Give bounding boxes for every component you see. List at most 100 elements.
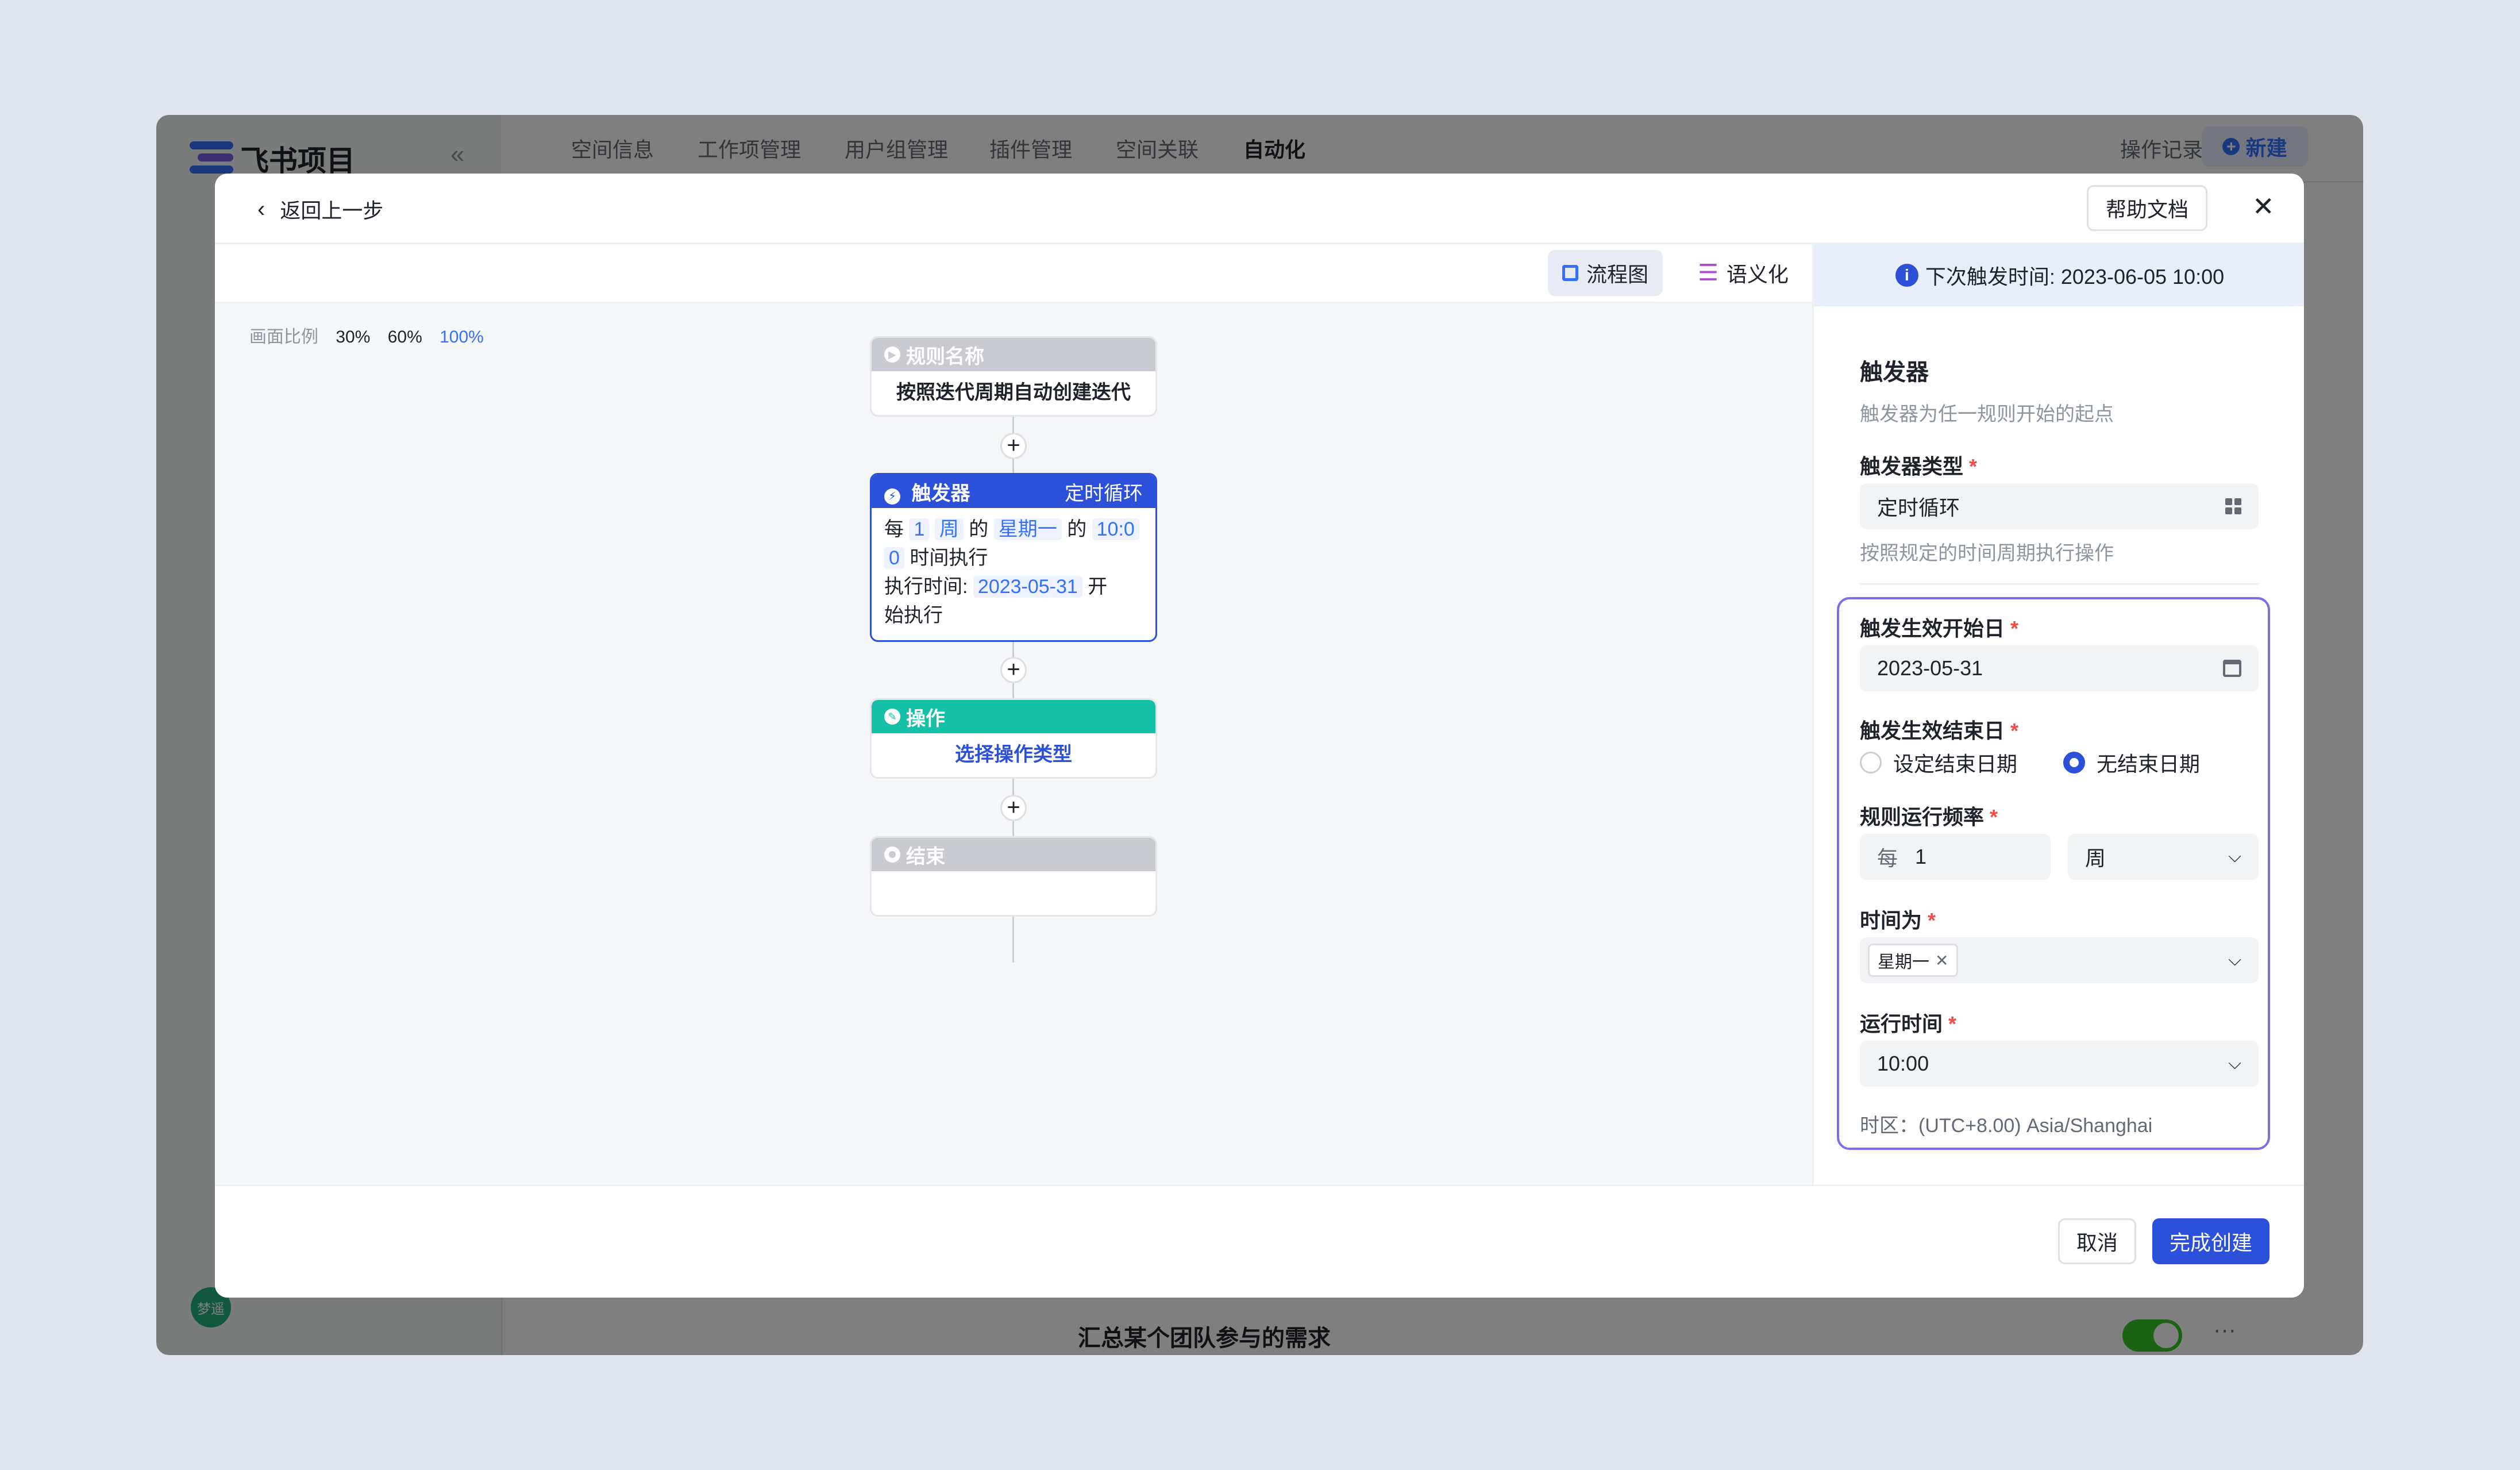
run-time-label-text: 运行时间	[1860, 1012, 1943, 1036]
run-time-value: 10:00	[1877, 1052, 1929, 1075]
trigger-text: 的	[1067, 518, 1087, 540]
radio-option-no-end[interactable]: 无结束日期	[2097, 748, 2200, 778]
trigger-type-label-text: 触发器类型	[1860, 455, 1964, 478]
trigger-weekday-chip: 星期一	[993, 518, 1062, 540]
trigger-node[interactable]: ⚡ 触发器 定时循环 每 1 周 的 星期一 的 10:0 0 时间执行 执行时…	[870, 473, 1157, 642]
action-node[interactable]: ✎ 操作 选择操作类型	[870, 698, 1157, 779]
timezone-text: 时区：(UTC+8.00) Asia/Shanghai	[1860, 1115, 2153, 1137]
radio-unchecked-icon[interactable]	[1860, 752, 1882, 774]
modal-header: ‹ 返回上一步 帮助文档 ✕	[215, 174, 2304, 244]
action-node-head: ✎ 操作	[872, 700, 1155, 733]
trigger-node-body: 每 1 周 的 星期一 的 10:0 0 时间执行 执行时间: 2023-05-…	[872, 508, 1155, 637]
tab-flowchart[interactable]: 流程图	[1548, 250, 1663, 296]
frequency-unit-value: 周	[2085, 846, 2106, 870]
chevron-down-icon: ⌵	[2228, 951, 2241, 969]
scale-60[interactable]: 60%	[388, 328, 422, 347]
add-step-plus-icon[interactable]: +	[1000, 657, 1027, 683]
trigger-text: 的	[969, 518, 989, 540]
trigger-text: 时间执行	[910, 547, 988, 569]
close-icon[interactable]: ✕	[2252, 191, 2275, 222]
trigger-text: 开	[1088, 576, 1108, 598]
trigger-date-chip: 2023-05-31	[973, 576, 1082, 598]
rule-name-title: 规则名称	[906, 345, 984, 368]
radio-option-set-end[interactable]: 设定结束日期	[1893, 748, 2017, 778]
trigger-node-title: 触发器	[911, 482, 970, 505]
scale-30[interactable]: 30%	[336, 328, 370, 347]
rule-name-node-head: ▶ 规则名称	[872, 338, 1155, 371]
frequency-count-input[interactable]: 每 1	[1860, 834, 2051, 880]
trigger-text: 每	[884, 518, 904, 540]
scale-label: 画面比例	[249, 328, 318, 347]
required-mark: *	[1948, 1012, 1957, 1036]
select-action-type-link[interactable]: 选择操作类型	[872, 733, 1155, 776]
wrench-icon: ✎	[884, 709, 900, 725]
time-for-select[interactable]: 星期一 ✕ ⌵	[1860, 937, 2259, 983]
help-doc-button[interactable]: 帮助文档	[2087, 185, 2207, 231]
tab-semantic[interactable]: ☰ 语义化	[1686, 250, 1801, 296]
trigger-time-chip-cont: 0	[884, 547, 904, 569]
info-icon: i	[1895, 264, 1918, 287]
trigger-text: 始执行	[884, 605, 943, 626]
automation-modal: ‹ 返回上一步 帮助文档 ✕ 流程图 ☰ 语义化 画面比例 30% 60% 10…	[215, 174, 2304, 1298]
add-step-plus-icon[interactable]: +	[1000, 795, 1027, 821]
trigger-node-head: ⚡ 触发器 定时循环	[872, 475, 1155, 508]
end-date-label: 触发生效结束日 *	[1860, 714, 2018, 744]
trigger-node-title-wrap: ⚡ 触发器	[884, 478, 970, 506]
chevron-down-icon: ⌵	[2228, 1054, 2241, 1073]
end-node-head: 结束	[872, 838, 1155, 871]
start-date-field[interactable]: 2023-05-31	[1860, 645, 2259, 691]
scale-100[interactable]: 100%	[440, 328, 484, 347]
trigger-type-field[interactable]: 定时循环	[1860, 483, 2259, 529]
tab-semantic-label: 语义化	[1726, 263, 1789, 286]
back-button[interactable]: ‹ 返回上一步	[257, 194, 383, 224]
scale-control: 画面比例 30% 60% 100%	[249, 322, 484, 348]
start-date-value: 2023-05-31	[1877, 656, 1983, 680]
list-icon: ☰	[1698, 260, 1718, 286]
required-mark: *	[1928, 909, 1936, 932]
weekday-tag: 星期一 ✕	[1868, 944, 1959, 977]
lightning-icon: ⚡	[884, 488, 900, 505]
required-mark: *	[1990, 805, 1998, 829]
next-trigger-banner: i 下次触发时间: 2023-06-05 10:00	[1814, 244, 2304, 306]
run-time-select[interactable]: 10:00 ⌵	[1860, 1041, 2259, 1087]
end-date-label-text: 触发生效结束日	[1860, 719, 2005, 742]
trigger-count-chip: 1	[909, 518, 930, 540]
required-mark: *	[2010, 719, 2019, 742]
tag-close-icon[interactable]: ✕	[1935, 951, 1948, 970]
required-mark: *	[1969, 455, 1978, 478]
run-time-label: 运行时间 *	[1860, 1007, 1956, 1037]
rule-name-value: 按照迭代周期自动创建迭代	[896, 382, 1131, 403]
add-step-plus-icon[interactable]: +	[1000, 433, 1027, 459]
calendar-icon	[2223, 660, 2241, 677]
flowchart-icon	[1562, 265, 1578, 281]
time-for-label-text: 时间为	[1860, 909, 1922, 932]
action-node-title: 操作	[906, 707, 945, 730]
trigger-type-value: 定时循环	[1877, 496, 1960, 519]
frequency-label-text: 规则运行频率	[1860, 805, 1985, 829]
end-node-title: 结束	[906, 845, 945, 868]
cancel-button[interactable]: 取消	[2058, 1218, 2136, 1264]
frequency-label: 规则运行频率 *	[1860, 801, 1998, 830]
stop-icon	[884, 846, 900, 863]
trigger-config-panel: i 下次触发时间: 2023-06-05 10:00 触发器 触发器为任一规则开…	[1812, 244, 2304, 1184]
trigger-type-desc: 按照规定的时间周期执行操作	[1860, 542, 2114, 564]
grid-icon	[2225, 498, 2241, 514]
radio-checked-icon[interactable]	[2063, 752, 2086, 774]
complete-create-button[interactable]: 完成创建	[2152, 1218, 2269, 1264]
start-date-label-text: 触发生效开始日	[1860, 617, 2005, 640]
chevron-down-icon: ⌵	[2228, 847, 2241, 866]
rule-name-node[interactable]: ▶ 规则名称 按照迭代周期自动创建迭代	[870, 336, 1157, 417]
section-divider	[1860, 583, 2259, 585]
end-node: 结束	[870, 836, 1157, 917]
frequency-count-value: 1	[1915, 845, 1927, 868]
chevron-left-icon: ‹	[257, 196, 265, 222]
time-for-label: 时间为 *	[1860, 904, 1936, 934]
required-mark: *	[2010, 617, 2019, 640]
weekday-tag-text: 星期一	[1878, 953, 1929, 972]
frequency-unit-select[interactable]: 周 ⌵	[2068, 834, 2259, 880]
tab-flowchart-label: 流程图	[1586, 263, 1648, 286]
trigger-time-chip: 10:0	[1092, 518, 1139, 540]
end-date-radio-set[interactable]: 设定结束日期 无结束日期	[1860, 748, 2200, 778]
section-title: 触发器	[1860, 360, 1929, 385]
back-button-label: 返回上一步	[280, 199, 384, 222]
